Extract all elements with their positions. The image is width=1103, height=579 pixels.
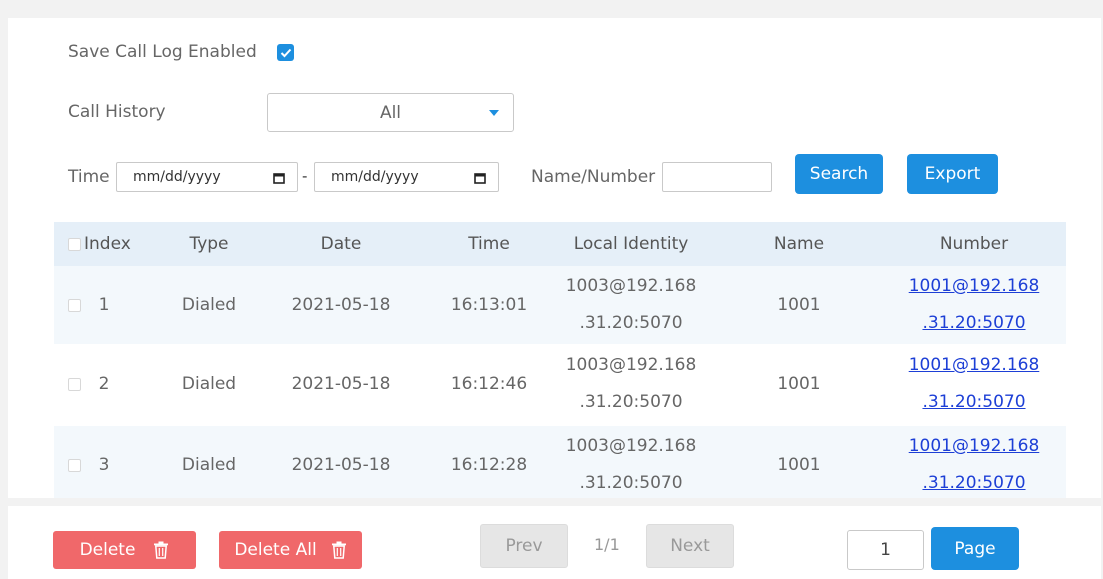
time-label: Time xyxy=(68,167,110,187)
row-type: Dialed xyxy=(181,455,237,475)
row-local-identity: 1003@192.168 .31.20:5070 xyxy=(556,347,706,421)
date-separator: - xyxy=(302,167,308,185)
row-checkbox[interactable] xyxy=(68,378,81,391)
header-name: Name xyxy=(773,234,825,254)
row-index: 3 xyxy=(98,455,110,475)
call-history-value: All xyxy=(379,103,402,123)
row-local-identity: 1003@192.168 .31.20:5070 xyxy=(556,268,706,342)
name-number-label: Name/Number xyxy=(531,167,656,187)
header-date: Date xyxy=(320,234,362,254)
table-row: 2 Dialed 2021-05-18 16:12:46 1003@192.16… xyxy=(54,345,1066,423)
row-number-link[interactable]: 1001@192.168 .31.20:5070 xyxy=(904,428,1044,502)
date-to-input[interactable]: mm/dd/yyyy xyxy=(314,162,499,192)
local-identity-line-1: 1003@192.168 xyxy=(565,355,697,375)
row-type: Dialed xyxy=(181,374,237,394)
local-identity-line-1: 1003@192.168 xyxy=(565,436,697,456)
trash-icon xyxy=(154,541,169,559)
row-date: 2021-05-18 xyxy=(291,295,391,315)
date-from-input[interactable]: mm/dd/yyyy xyxy=(116,162,298,192)
date-to-value: mm/dd/yyyy xyxy=(331,169,419,185)
row-type: Dialed xyxy=(181,295,237,315)
row-time: 16:12:28 xyxy=(450,455,528,475)
header-type: Type xyxy=(189,234,229,254)
name-number-input[interactable] xyxy=(662,162,772,192)
table-header: Index Type Date Time Local Identity Name… xyxy=(54,222,1066,266)
number-link-line-1[interactable]: 1001@192.168 xyxy=(909,276,1040,296)
calendar-icon[interactable] xyxy=(474,172,486,184)
number-link-line-2[interactable]: .31.20:5070 xyxy=(922,473,1025,493)
header-local-identity: Local Identity xyxy=(573,234,689,254)
row-name: 1001 xyxy=(777,295,821,315)
row-local-identity: 1003@192.168 .31.20:5070 xyxy=(556,428,706,502)
page-number-input[interactable]: 1 xyxy=(847,530,924,570)
prev-button[interactable]: Prev xyxy=(480,524,568,568)
table-row: 3 Dialed 2021-05-18 16:12:28 1003@192.16… xyxy=(54,426,1066,498)
delete-all-button-label: Delete All xyxy=(234,540,317,560)
number-link-line-1[interactable]: 1001@192.168 xyxy=(909,436,1040,456)
go-page-button[interactable]: Page xyxy=(931,527,1019,570)
date-from-value: mm/dd/yyyy xyxy=(133,169,221,185)
call-history-select[interactable]: All xyxy=(267,93,514,132)
header-index: Index xyxy=(84,234,131,254)
row-number-link[interactable]: 1001@192.168 .31.20:5070 xyxy=(904,347,1044,421)
export-button[interactable]: Export xyxy=(907,154,998,194)
local-identity-line-1: 1003@192.168 xyxy=(565,276,697,296)
save-call-log-label: Save Call Log Enabled xyxy=(68,42,257,62)
next-button[interactable]: Next xyxy=(646,524,734,568)
header-number: Number xyxy=(939,234,1009,254)
page-info: 1/1 xyxy=(594,535,620,554)
row-checkbox[interactable] xyxy=(68,299,81,312)
row-name: 1001 xyxy=(777,374,821,394)
row-name: 1001 xyxy=(777,455,821,475)
number-link-line-2[interactable]: .31.20:5070 xyxy=(922,392,1025,412)
local-identity-line-2: .31.20:5070 xyxy=(579,313,683,333)
local-identity-line-2: .31.20:5070 xyxy=(579,473,683,493)
caret-down-icon xyxy=(489,110,499,116)
row-index: 1 xyxy=(98,295,110,315)
delete-all-button[interactable]: Delete All xyxy=(219,531,362,569)
search-button[interactable]: Search xyxy=(795,154,883,194)
trash-icon xyxy=(331,541,346,559)
row-checkbox[interactable] xyxy=(68,459,81,472)
delete-button-label: Delete xyxy=(79,540,136,560)
number-link-line-1[interactable]: 1001@192.168 xyxy=(909,355,1040,375)
save-call-log-checkbox[interactable] xyxy=(277,44,294,61)
table-row: 1 Dialed 2021-05-18 16:13:01 1003@192.16… xyxy=(54,266,1066,344)
call-history-label: Call History xyxy=(68,102,166,122)
calendar-icon[interactable] xyxy=(273,172,285,184)
local-identity-line-2: .31.20:5070 xyxy=(579,392,683,412)
header-time: Time xyxy=(468,234,510,254)
number-link-line-2[interactable]: .31.20:5070 xyxy=(922,313,1025,333)
row-date: 2021-05-18 xyxy=(291,455,391,475)
select-all-checkbox[interactable] xyxy=(68,238,81,251)
check-icon xyxy=(280,48,291,57)
row-number-link[interactable]: 1001@192.168 .31.20:5070 xyxy=(904,268,1044,342)
row-time: 16:12:46 xyxy=(450,374,528,394)
row-date: 2021-05-18 xyxy=(291,374,391,394)
delete-button[interactable]: Delete xyxy=(53,531,196,569)
row-time: 16:13:01 xyxy=(450,295,528,315)
row-index: 2 xyxy=(98,374,110,394)
